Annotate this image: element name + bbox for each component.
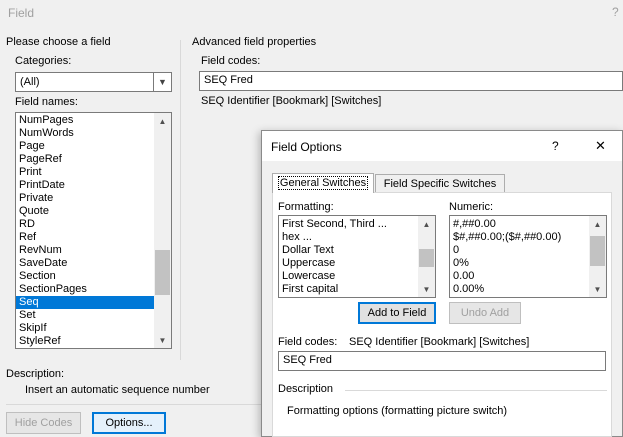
categories-label: Categories: [15, 55, 72, 67]
scroll-down-icon[interactable]: ▼ [589, 281, 606, 297]
scroll-down-icon[interactable]: ▼ [418, 281, 435, 297]
description-divider [345, 390, 607, 391]
chevron-down-icon[interactable]: ▼ [153, 73, 171, 91]
dialog-description-label: Description [278, 383, 334, 395]
list-item[interactable]: Page [16, 140, 171, 153]
scroll-up-icon[interactable]: ▲ [154, 113, 171, 129]
scroll-thumb[interactable] [590, 236, 605, 266]
list-item[interactable]: 0 [450, 244, 606, 257]
list-item[interactable]: Section [16, 270, 171, 283]
list-item[interactable]: hex ... [279, 231, 435, 244]
formatting-label: Formatting: [278, 201, 334, 213]
list-item[interactable]: Quote [16, 205, 171, 218]
scroll-thumb[interactable] [419, 249, 434, 267]
help-icon[interactable]: ? [612, 5, 619, 19]
numeric-scrollbar[interactable]: ▲ ▼ [589, 216, 606, 297]
tab-field-specific-label: Field Specific Switches [383, 178, 497, 190]
list-item[interactable]: #,##0.00 [450, 218, 606, 231]
list-item[interactable]: NumWords [16, 127, 171, 140]
list-item[interactable]: $#,##0.00;($#,##0.00) [450, 231, 606, 244]
list-item[interactable]: NumPages [16, 114, 171, 127]
description-label: Description: [6, 368, 65, 380]
divider [6, 404, 264, 405]
hide-codes-button[interactable]: Hide Codes [6, 412, 81, 434]
list-item[interactable]: Set [16, 309, 171, 322]
field-codes-value: SEQ Fred [204, 74, 253, 86]
field-codes-input[interactable]: SEQ Fred [199, 71, 623, 91]
list-item[interactable]: StyleRef [16, 335, 171, 348]
panel-separator [180, 40, 181, 360]
list-item[interactable]: PrintDate [16, 179, 171, 192]
scroll-up-icon[interactable]: ▲ [589, 216, 606, 232]
list-item[interactable]: 0.00 [450, 270, 606, 283]
field-codes-label: Field codes: [201, 55, 261, 67]
numeric-label: Numeric: [449, 201, 494, 213]
tab-general-switches[interactable]: General Switches [272, 173, 374, 193]
dialog-field-codes-syntax: SEQ Identifier [Bookmark] [Switches] [349, 336, 530, 348]
list-item[interactable]: RevNum [16, 244, 171, 257]
numeric-list[interactable]: #,##0.00 $#,##0.00;($#,##0.00) 0 0% 0.00 0.00… [449, 215, 607, 298]
formatting-list[interactable]: First Second, Third ... hex ... Dollar Tex… [278, 215, 436, 298]
window-title: Field [8, 6, 35, 20]
general-switches-panel: Formatting: First Second, Third ... hex .… [272, 192, 612, 437]
dialog-title: Field Options [271, 140, 342, 154]
list-item[interactable]: First capital [279, 283, 435, 296]
list-item[interactable]: Seq [16, 296, 171, 309]
field-codes-syntax: SEQ Identifier [Bookmark] [Switches] [201, 95, 382, 107]
field-names-list[interactable]: NumPages NumWords Page PageRef Print PrintDat… [15, 112, 172, 349]
scroll-down-icon[interactable]: ▼ [154, 332, 171, 348]
list-item[interactable]: SkipIf [16, 322, 171, 335]
close-icon[interactable]: ✕ [595, 138, 606, 154]
list-item[interactable]: Private [16, 192, 171, 205]
add-to-field-button[interactable]: Add to Field [358, 302, 436, 324]
list-item[interactable]: Lowercase [279, 270, 435, 283]
list-item[interactable]: 0.00% [450, 283, 606, 296]
dialog-help-icon[interactable]: ? [552, 139, 559, 153]
categories-dropdown[interactable]: (All) ▼ [15, 72, 172, 92]
dialog-field-codes-input[interactable]: SEQ Fred [278, 351, 606, 371]
scroll-thumb[interactable] [155, 250, 170, 295]
categories-value: (All) [20, 76, 40, 88]
description-text: Insert an automatic sequence number [25, 384, 210, 396]
dialog-field-codes-value: SEQ Fred [283, 354, 332, 366]
list-item[interactable]: Dollar Text [279, 244, 435, 257]
list-item[interactable]: Uppercase [279, 257, 435, 270]
dialog-description-text: Formatting options (formatting picture s… [287, 405, 508, 417]
list-item[interactable]: SectionPages [16, 283, 171, 296]
dialog-field-codes-label: Field codes: [278, 336, 338, 348]
formatting-scrollbar[interactable]: ▲ ▼ [418, 216, 435, 297]
list-item[interactable]: PageRef [16, 153, 171, 166]
field-names-scrollbar[interactable]: ▲ ▼ [154, 113, 171, 348]
choose-field-group-title: Please choose a field [6, 36, 111, 48]
field-names-label: Field names: [15, 96, 78, 108]
tab-field-specific-switches[interactable]: Field Specific Switches [375, 174, 505, 193]
options-button[interactable]: Options... [92, 412, 166, 434]
list-item[interactable]: 0% [450, 257, 606, 270]
undo-add-button[interactable]: Undo Add [449, 302, 521, 324]
list-item[interactable]: SaveDate [16, 257, 171, 270]
tab-general-switches-label: General Switches [277, 176, 369, 190]
scroll-up-icon[interactable]: ▲ [418, 216, 435, 232]
advanced-properties-title: Advanced field properties [192, 36, 317, 48]
list-item[interactable]: First Second, Third ... [279, 218, 435, 231]
field-options-dialog: Field Options ? ✕ General Switches Field… [261, 130, 623, 437]
list-item[interactable]: RD [16, 218, 171, 231]
list-item[interactable]: Print [16, 166, 171, 179]
list-item[interactable]: Ref [16, 231, 171, 244]
